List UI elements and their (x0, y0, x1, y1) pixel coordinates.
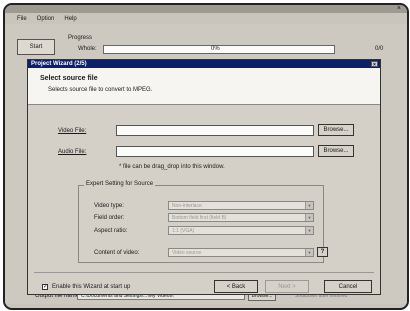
whole-progress-count: 0/0 (375, 46, 384, 52)
video-type-select[interactable]: Non-interlace ▼ (168, 201, 314, 210)
aspect-ratio-label: Aspect ratio: (94, 228, 128, 234)
screenshot-frame: × File Option Help Start Progress Whole:… (3, 3, 409, 310)
chevron-down-icon[interactable]: ▼ (305, 202, 313, 209)
app-titlebar: × (5, 5, 407, 13)
whole-progress-percent: 0% (211, 46, 220, 52)
footer-separator (34, 272, 374, 273)
back-button[interactable]: < Back (214, 280, 258, 293)
video-file-label: Video File: (58, 128, 87, 134)
dialog-title: Project Wizard (2/5) (31, 61, 87, 67)
content-of-video-label: Content of video: (94, 250, 140, 256)
dialog-titlebar: Project Wizard (2/5) × (28, 60, 380, 68)
menu-help[interactable]: Help (64, 16, 76, 22)
enable-wizard-checkbox[interactable]: ✓ (42, 284, 48, 290)
enable-wizard-label[interactable]: Enable this Wizard at start up (52, 284, 130, 290)
expert-settings-title: Expert Setting for Source (84, 181, 156, 187)
app-close-icon[interactable]: × (397, 5, 401, 12)
menu-option[interactable]: Option (37, 16, 55, 22)
menu-file[interactable]: File (17, 16, 27, 22)
drag-drop-note: * file can be drag_drop into this window… (119, 164, 225, 170)
checkmark-icon: ✓ (43, 284, 49, 290)
video-browse-button[interactable]: Browse... (318, 124, 354, 136)
audio-browse-button[interactable]: Browse... (318, 145, 354, 157)
video-file-input[interactable] (116, 125, 314, 136)
help-button[interactable]: ? (317, 247, 328, 257)
video-type-value: Non-interlace (172, 203, 202, 209)
aspect-ratio-select[interactable]: 1:1 (VGA) ▼ (168, 226, 314, 235)
wizard-step-subtitle: Selects source file to convert to MPEG. (48, 87, 153, 93)
dialog-close-icon[interactable]: × (371, 61, 378, 68)
progress-label: Progress (68, 35, 93, 41)
field-order-value: Bottom field first (field B) (172, 215, 227, 221)
field-order-select[interactable]: Bottom field first (field B) ▼ (168, 213, 314, 222)
content-of-video-select[interactable]: Video source ▼ (168, 248, 314, 257)
chevron-down-icon[interactable]: ▼ (305, 227, 313, 234)
video-type-label: Video type: (94, 203, 124, 209)
aspect-ratio-value: 1:1 (VGA) (172, 228, 195, 234)
next-button[interactable]: Next > (265, 280, 309, 293)
menu-bar: File Option Help (5, 13, 407, 24)
whole-label: Whole: (78, 46, 97, 52)
audio-file-input[interactable] (116, 146, 314, 157)
chevron-down-icon[interactable]: ▼ (305, 214, 313, 221)
project-wizard-dialog: Project Wizard (2/5) × Select source fil… (27, 59, 381, 295)
chevron-down-icon[interactable]: ▼ (305, 249, 313, 256)
content-of-video-value: Video source (172, 250, 202, 256)
audio-file-label: Audio File: (58, 149, 87, 155)
cancel-button[interactable]: Cancel (324, 280, 372, 293)
wizard-step-title: Select source file (40, 75, 98, 82)
wizard-header: Select source file Selects source file t… (28, 68, 380, 105)
field-order-label: Field order: (94, 215, 125, 221)
start-button[interactable]: Start (17, 39, 55, 55)
